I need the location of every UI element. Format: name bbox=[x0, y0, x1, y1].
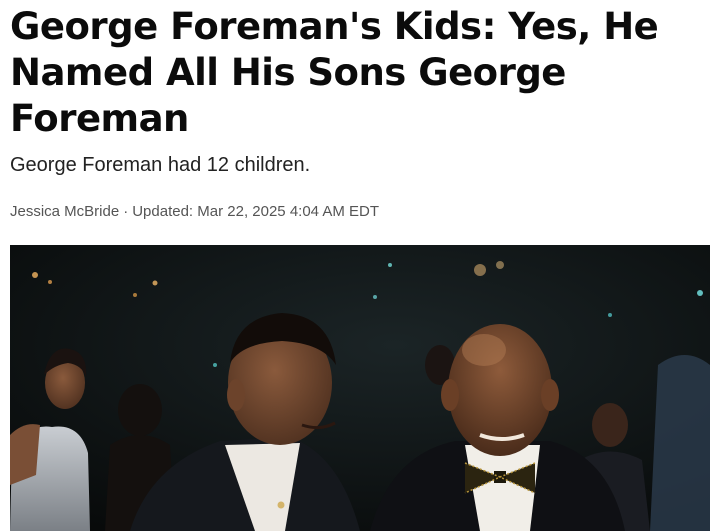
author-link[interactable]: Jessica McBride bbox=[10, 203, 119, 220]
article-hero-image bbox=[10, 245, 710, 531]
article-headline: George Foreman's Kids: Yes, He Named All… bbox=[10, 5, 659, 140]
article: George Foreman's Kids: Yes, He Named All… bbox=[0, 0, 710, 531]
updated-label: Updated: bbox=[132, 203, 194, 220]
hero-photo-illustration bbox=[10, 245, 710, 531]
byline-separator: · bbox=[123, 203, 129, 220]
article-subheadline: George Foreman had 12 children. bbox=[10, 154, 311, 176]
updated-time: Mar 22, 2025 4:04 AM EDT bbox=[197, 203, 380, 220]
byline: Jessica McBride · Updated: Mar 22, 2025 4:… bbox=[10, 203, 379, 220]
